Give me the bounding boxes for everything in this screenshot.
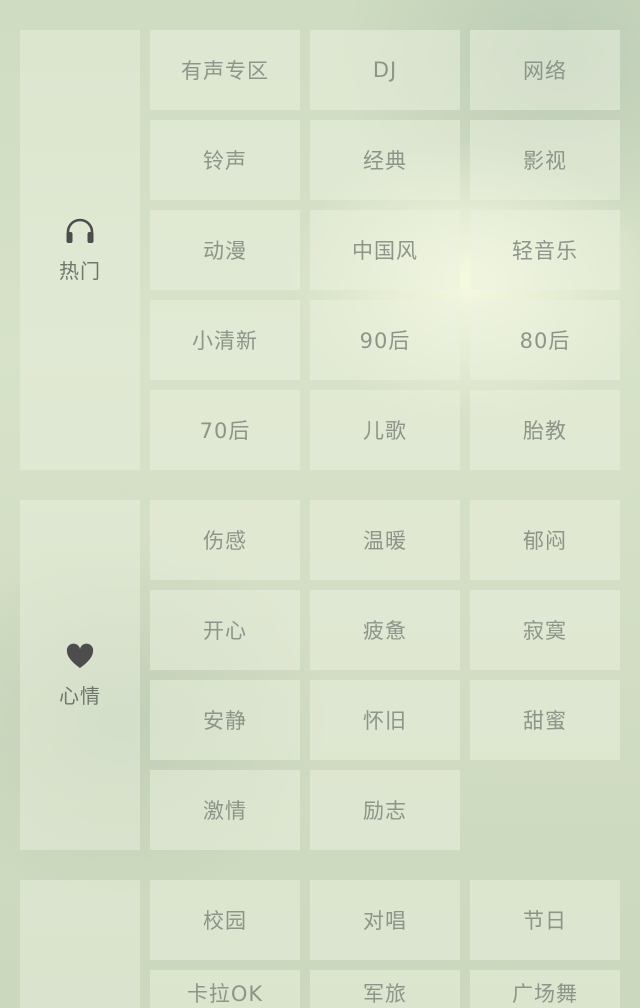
category-section-scene: 校园 对唱 节日 卡拉OK 军旅 广场舞 <box>0 0 640 1008</box>
category-scene[interactable] <box>20 880 140 1008</box>
tag-tile[interactable]: 广场舞 <box>470 970 620 1008</box>
tag-tile[interactable]: 卡拉OK <box>150 970 300 1008</box>
tag-tile[interactable]: 军旅 <box>310 970 460 1008</box>
tag-tile[interactable]: 对唱 <box>310 880 460 960</box>
tag-tile[interactable]: 校园 <box>150 880 300 960</box>
tag-tile[interactable]: 节日 <box>470 880 620 960</box>
